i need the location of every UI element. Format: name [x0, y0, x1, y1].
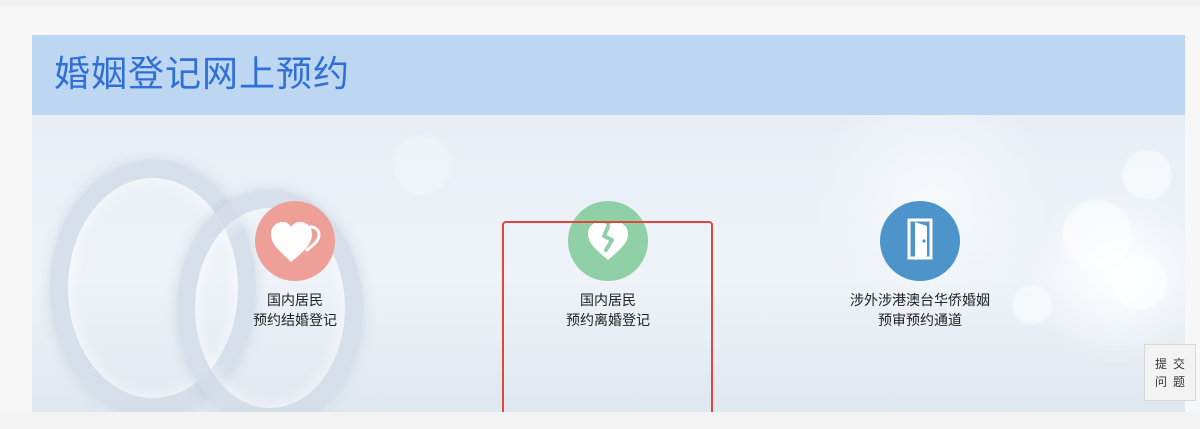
submit-issue-line1: 提交	[1154, 356, 1191, 371]
appointment-options: 国内居民 预约结婚登记 国内居民 预约离婚登记 涉外涉港澳台华侨婚姻 预审预约通…	[32, 115, 1185, 412]
appointment-panel: 婚姻登记网上预约 国内居民 预约结婚登记 国内居民 预约离婚登记 涉外涉港澳台华…	[32, 35, 1185, 412]
broken-heart-icon	[582, 216, 634, 266]
option-foreign-marriage-prereview[interactable]: 涉外涉港澳台华侨婚姻 预审预约通道	[820, 115, 1020, 329]
divorce-option-line2: 预约离婚登记	[566, 313, 650, 329]
submit-issue-line2: 问题	[1154, 374, 1191, 389]
foreign-icon-circle	[880, 201, 960, 281]
door-icon	[897, 214, 943, 268]
divorce-icon-circle	[568, 201, 648, 281]
marriage-option-line2: 预约结婚登记	[253, 313, 337, 329]
double-heart-icon	[267, 216, 323, 266]
foreign-option-line1: 涉外涉港澳台华侨婚姻	[850, 293, 990, 309]
marriage-option-text: 国内居民 预约结婚登记	[195, 291, 395, 331]
page-title: 婚姻登记网上预约	[54, 54, 351, 95]
foreign-option-text: 涉外涉港澳台华侨婚姻 预审预约通道	[820, 291, 1020, 331]
marriage-icon-circle	[255, 201, 335, 281]
option-divorce-registration[interactable]: 国内居民 预约离婚登记	[508, 115, 708, 329]
top-strip	[0, 0, 1200, 6]
option-marriage-registration[interactable]: 国内居民 预约结婚登记	[195, 115, 395, 329]
divorce-option-line1: 国内居民	[580, 293, 636, 309]
bottom-strip	[0, 412, 1200, 429]
submit-issue-button[interactable]: 提交 问题	[1144, 344, 1196, 401]
divorce-option-text: 国内居民 预约离婚登记	[508, 291, 708, 331]
panel-header: 婚姻登记网上预约	[32, 35, 1185, 115]
foreign-option-line2: 预审预约通道	[878, 313, 962, 329]
marriage-option-line1: 国内居民	[267, 293, 323, 309]
